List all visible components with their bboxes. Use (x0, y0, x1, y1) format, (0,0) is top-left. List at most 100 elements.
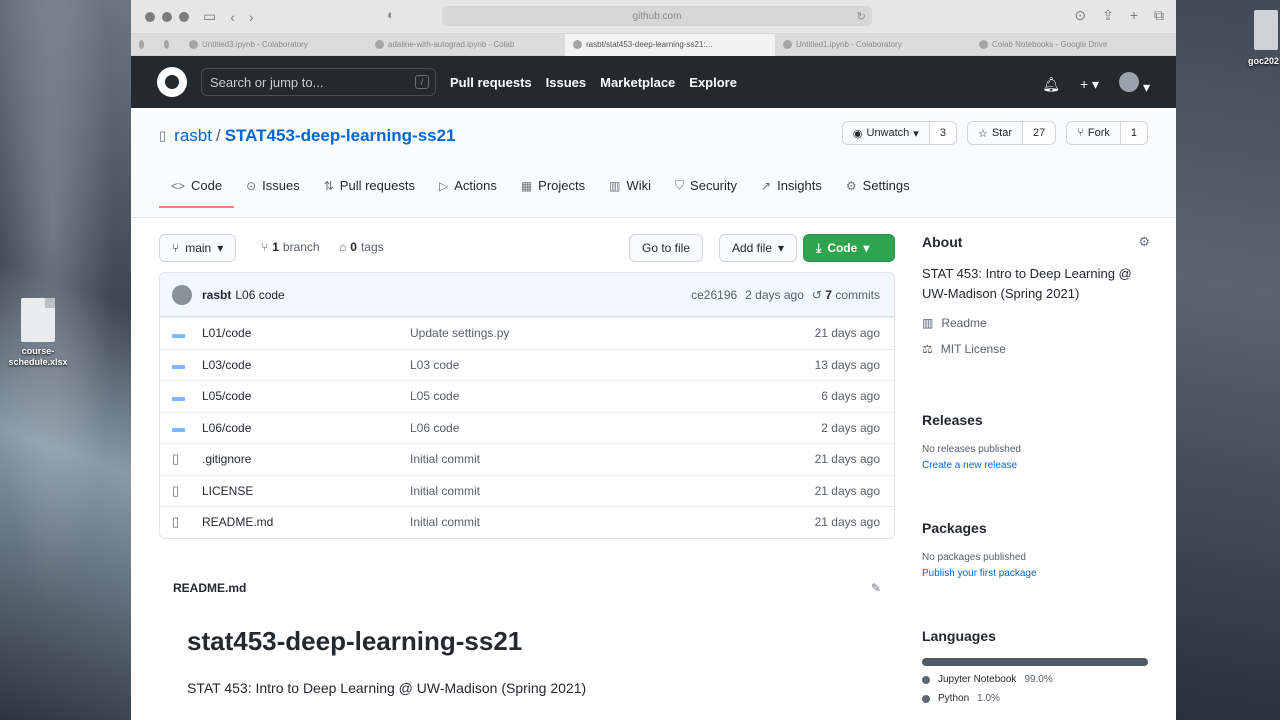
book-icon: ▥ (609, 178, 621, 193)
avatar[interactable] (172, 284, 192, 305)
reload-icon[interactable]: ↻ (857, 10, 866, 23)
tab-settings[interactable]: ⚙ Settings (834, 170, 922, 207)
file-commit-message[interactable]: Initial commit (410, 484, 882, 498)
browser-tab[interactable]: adaline-with-autograd.ipynb - Colab (367, 34, 565, 56)
watchers-count[interactable]: 3 (929, 122, 956, 144)
desktop-label-right: goc202 (1248, 56, 1280, 66)
new-tab-icon[interactable]: + (1130, 7, 1138, 24)
file-commit-message[interactable]: Update settings.py (410, 326, 882, 340)
file-commit-message[interactable]: Initial commit (410, 515, 882, 529)
bell-icon[interactable]: 🔔︎ (1042, 76, 1060, 93)
minimize-window-button[interactable] (162, 11, 172, 22)
browser-tab-active[interactable]: rasbt/stat453-deep-learning-ss21:... (565, 33, 775, 56)
share-icon[interactable]: ⇪ (1102, 7, 1114, 24)
file-name[interactable]: README.md (202, 515, 410, 529)
file-name[interactable]: L01/code (202, 326, 410, 340)
tab-security[interactable]: ⛉ Security (663, 170, 749, 207)
releases-title[interactable]: Releases (922, 412, 1152, 428)
tab-code[interactable]: <> Code (159, 170, 235, 208)
repo-name-link[interactable]: STAT453-deep-learning-ss21 (225, 126, 456, 146)
branches-link[interactable]: ⑂ 1 branch (261, 240, 320, 254)
commit-author[interactable]: rasbt (202, 288, 231, 302)
file-row[interactable]: ▬ L06/code L06 code 2 days ago (160, 411, 894, 444)
address-bar[interactable]: github.com ↻ (442, 6, 872, 26)
tag-word: tags (360, 240, 384, 254)
branch-select-button[interactable]: ⑂ main ▾ (159, 234, 237, 262)
language-item[interactable]: Python 1.0% (922, 693, 1152, 704)
stars-count[interactable]: 27 (1023, 122, 1056, 144)
about-section: About ⚙ STAT 453: Intro to Deep Learning… (922, 234, 1152, 356)
file-commit-message[interactable]: L05 code (410, 389, 882, 403)
go-to-file-button[interactable]: Go to file (629, 234, 704, 262)
unwatch-button[interactable]: ◉ Unwatch ▾ (843, 122, 930, 144)
tab-insights[interactable]: ↗ Insights (749, 170, 834, 207)
edit-pencil-icon[interactable]: ✎ (871, 581, 881, 595)
zoom-window-button[interactable] (179, 11, 189, 22)
fork-button[interactable]: ⑂ Fork (1067, 122, 1121, 144)
packages-title[interactable]: Packages (922, 520, 1152, 536)
file-name[interactable]: L05/code (202, 389, 410, 403)
branch-count: 1 (272, 240, 279, 254)
browser-tab[interactable]: Colab Notebooks - Google Drive (971, 34, 1151, 56)
file-icon: ▯ (172, 451, 180, 467)
address-bar-url: github.com (632, 10, 682, 22)
commit-message[interactable]: L06 code (235, 288, 284, 302)
back-icon[interactable]: ‹ (230, 9, 235, 25)
desktop-file-icon-right[interactable] (1254, 10, 1278, 50)
create-new-dropdown[interactable]: + ▾ (1080, 76, 1099, 93)
file-row[interactable]: ▯ LICENSE Initial commit 21 days ago (160, 474, 894, 507)
license-link[interactable]: ⚖ MIT License (922, 342, 1152, 356)
avatar-dropdown[interactable]: ▾ (1119, 72, 1150, 96)
file-row[interactable]: ▬ L05/code L05 code 6 days ago (160, 380, 894, 412)
tab-issues[interactable]: ⊙ Issues (234, 170, 312, 207)
create-release-link[interactable]: Create a new release (922, 458, 1152, 474)
tab-pull-requests[interactable]: ⇅ Pull requests (312, 170, 427, 207)
history-link[interactable]: ↺ 7 commits (812, 288, 880, 302)
file-commit-message[interactable]: L06 code (410, 421, 882, 435)
tags-link[interactable]: ⌂ 0 tags (339, 240, 384, 254)
file-name[interactable]: L03/code (202, 358, 410, 372)
nav-explore[interactable]: Explore (689, 75, 737, 90)
publish-package-link[interactable]: Publish your first package (922, 566, 1152, 582)
github-logo-icon[interactable] (157, 67, 187, 97)
tab-overview-icon[interactable]: ⧉ (1154, 7, 1164, 24)
browser-tab[interactable]: Untitled3.ipynb - Colaboratory (181, 34, 367, 56)
nav-issues[interactable]: Issues (546, 75, 586, 90)
close-window-button[interactable] (145, 11, 155, 22)
file-name[interactable]: .gitignore (202, 452, 410, 466)
add-file-button[interactable]: Add file ▾ (719, 234, 798, 262)
tab-actions[interactable]: ▷ Actions (427, 170, 509, 207)
sidebar-toggle-icon[interactable]: ▭ (203, 8, 216, 25)
star-button[interactable]: ☆ Star (968, 122, 1024, 144)
code-download-button[interactable]: ⤓ Code ▾ (803, 234, 895, 262)
nav-pull-requests[interactable]: Pull requests (450, 75, 532, 90)
file-row[interactable]: ▯ README.md Initial commit 21 days ago (160, 506, 894, 538)
download-icon[interactable]: ⊙ (1074, 7, 1086, 24)
language-item[interactable]: Jupyter Notebook 99.0% (922, 674, 1152, 685)
privacy-shield-icon[interactable]: ◐ (387, 7, 395, 22)
tag-count: 0 (350, 240, 357, 254)
chevron-down-icon: ▾ (863, 241, 870, 255)
readme-link[interactable]: ▥ Readme (922, 316, 1152, 330)
file-name[interactable]: L06/code (202, 421, 410, 435)
file-row[interactable]: ▯ .gitignore Initial commit 21 days ago (160, 443, 894, 475)
nav-marketplace[interactable]: Marketplace (600, 75, 675, 90)
file-name[interactable]: LICENSE (202, 484, 410, 498)
commit-word: commits (835, 287, 880, 302)
repo-owner-link[interactable]: rasbt (174, 126, 212, 146)
browser-tab[interactable]: Untitled1.ipynb - Colaboratory (775, 34, 971, 56)
pinned-tab-github[interactable] (131, 34, 156, 56)
commit-hash[interactable]: ce26196 (691, 288, 737, 302)
gear-icon[interactable]: ⚙ (1138, 234, 1150, 250)
file-commit-message[interactable]: L03 code (410, 358, 882, 372)
search-input[interactable]: Search or jump to... / (201, 68, 436, 96)
file-commit-message[interactable]: Initial commit (410, 452, 882, 466)
file-row[interactable]: ▬ L01/code Update settings.py 21 days ag… (160, 317, 894, 349)
file-row[interactable]: ▬ L03/code L03 code 13 days ago (160, 348, 894, 381)
pinned-tab-2[interactable] (156, 34, 181, 56)
forks-count[interactable]: 1 (1120, 122, 1147, 144)
desktop-file-course-schedule[interactable]: course-schedule.xlsx (6, 298, 70, 368)
tab-projects[interactable]: ▦ Projects (509, 170, 597, 207)
forward-icon[interactable]: › (249, 9, 254, 25)
tab-wiki[interactable]: ▥ Wiki (597, 170, 663, 207)
